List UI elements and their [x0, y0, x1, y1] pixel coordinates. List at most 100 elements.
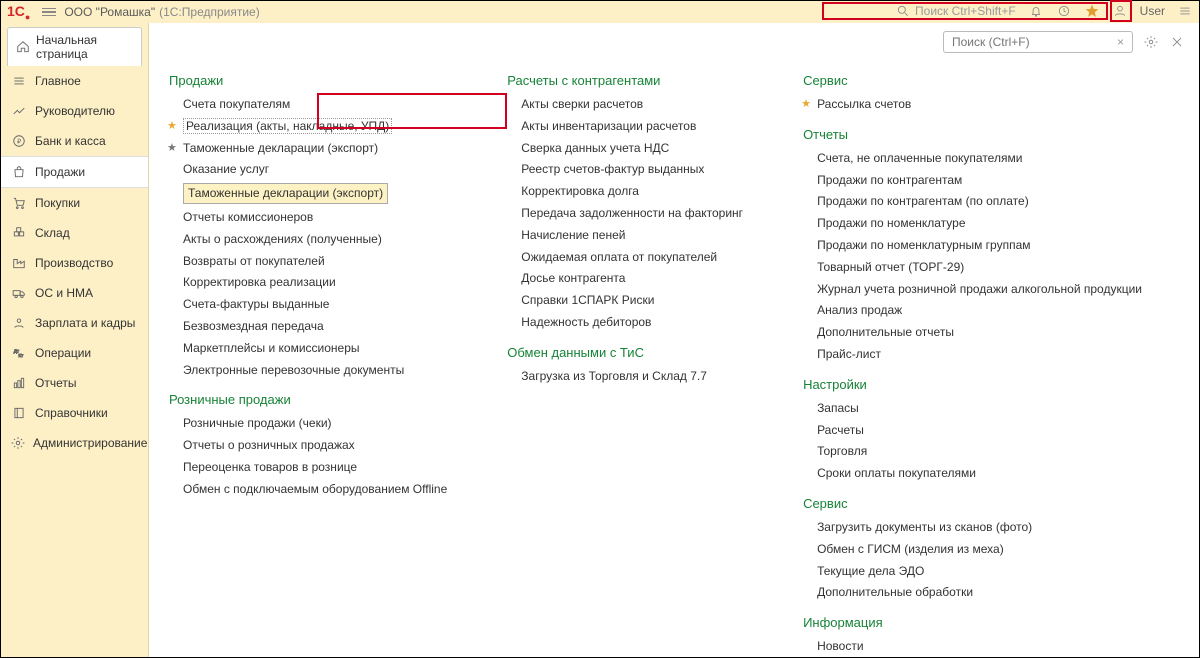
close-icon[interactable]: [1169, 34, 1185, 50]
logo-1c: 1C●: [7, 3, 30, 22]
link-gratuitous[interactable]: Безвозмездная передача: [183, 318, 447, 335]
sidebar-item-bank[interactable]: ₽ Банк и касса: [1, 126, 148, 156]
link-extra-processing[interactable]: Дополнительные обработки: [817, 584, 1142, 601]
section-settings-title: Настройки: [803, 377, 1142, 392]
sidebar-item-reports[interactable]: Отчеты: [1, 368, 148, 398]
link-sales-by-item[interactable]: Продажи по номенклатуре: [817, 215, 1142, 232]
cart-icon: [11, 195, 27, 211]
user-icon[interactable]: [1112, 3, 1128, 19]
link-price-list[interactable]: Прайс-лист: [817, 346, 1142, 363]
favorites-star-icon[interactable]: [1084, 3, 1100, 19]
link-torg29[interactable]: Товарный отчет (ТОРГ-29): [817, 259, 1142, 276]
list-icon: [11, 73, 27, 89]
link-expected-payment[interactable]: Ожидаемая оплата от покупателей: [521, 249, 743, 266]
link-sales-by-group[interactable]: Продажи по номенклатурным группам: [817, 237, 1142, 254]
link-inventory-acts[interactable]: Акты инвентаризации расчетов: [521, 118, 743, 135]
link-send-invoices[interactable]: ★Рассылка счетов: [817, 96, 1142, 113]
link-extra-reports[interactable]: Дополнительные отчеты: [817, 324, 1142, 341]
sidebar-item-purchases[interactable]: Покупки: [1, 188, 148, 218]
link-settlements[interactable]: Расчеты: [817, 422, 1142, 439]
global-search[interactable]: Поиск Ctrl+Shift+F: [895, 3, 1016, 19]
person-icon: [11, 315, 27, 331]
link-shipping-docs[interactable]: Электронные перевозочные документы: [183, 362, 447, 379]
truck-icon: [11, 285, 27, 301]
link-debt-correction[interactable]: Корректировка долга: [521, 183, 743, 200]
section-exchange-title: Обмен данными с ТиС: [507, 345, 743, 360]
link-alcohol-journal[interactable]: Журнал учета розничной продажи алкогольн…: [817, 281, 1142, 298]
link-discrepancy-acts[interactable]: Акты о расхождениях (полученные): [183, 231, 447, 248]
link-offline-exchange[interactable]: Обмен с подключаемым оборудованием Offli…: [183, 481, 447, 498]
sidebar-item-sales[interactable]: Продажи: [1, 156, 148, 188]
link-commissioner-reports[interactable]: Отчеты комиссионеров: [183, 209, 447, 226]
link-retail-sales[interactable]: Розничные продажи (чеки): [183, 415, 447, 432]
history-icon[interactable]: [1056, 3, 1072, 19]
section-reports-title: Отчеты: [803, 127, 1142, 142]
star-icon: ★: [167, 119, 177, 134]
link-returns[interactable]: Возвраты от покупателей: [183, 253, 447, 270]
sidebar-item-warehouse[interactable]: Склад: [1, 218, 148, 248]
window-menu-icon[interactable]: [1177, 3, 1193, 19]
bell-icon[interactable]: [1028, 3, 1044, 19]
link-news[interactable]: Новости: [817, 638, 1142, 655]
sidebar-item-manager[interactable]: Руководителю: [1, 96, 148, 126]
sidebar-item-salary[interactable]: Зарплата и кадры: [1, 308, 148, 338]
book-icon: [11, 405, 27, 421]
bag-icon: [11, 164, 27, 180]
section-retail-title: Розничные продажи: [169, 392, 447, 407]
link-dossier[interactable]: Досье контрагента: [521, 270, 743, 287]
link-stock[interactable]: Запасы: [817, 400, 1142, 417]
link-sales-by-partner-paid[interactable]: Продажи по контрагентам (по оплате): [817, 193, 1142, 210]
search-icon: [895, 3, 911, 19]
link-sales-by-partner[interactable]: Продажи по контрагентам: [817, 172, 1142, 189]
sidebar-item-assets[interactable]: ОС и НМА: [1, 278, 148, 308]
sidebar-item-main[interactable]: Главное: [1, 66, 148, 96]
link-gism[interactable]: Обмен с ГИСМ (изделия из меха): [817, 541, 1142, 558]
column-3: Сервис ★Рассылка счетов Отчеты Счета, не…: [803, 73, 1142, 655]
link-edo[interactable]: Текущие дела ЭДО: [817, 563, 1142, 580]
link-load-scans[interactable]: Загрузить документы из сканов (фото): [817, 519, 1142, 536]
section-service-title: Сервис: [803, 496, 1142, 511]
clear-search-icon[interactable]: ×: [1113, 35, 1128, 49]
link-reconciliation[interactable]: Акты сверки расчетов: [521, 96, 743, 113]
chart-icon: [11, 103, 27, 119]
link-vat-check[interactable]: Сверка данных учета НДС: [521, 140, 743, 157]
gear-icon: [11, 435, 25, 451]
link-correction[interactable]: Корректировка реализации: [183, 274, 447, 291]
factory-icon: [11, 255, 27, 271]
settings-icon[interactable]: [1143, 34, 1159, 50]
column-2: Расчеты с контрагентами Акты сверки расч…: [507, 73, 743, 655]
link-debtors[interactable]: Надежность дебиторов: [521, 314, 743, 331]
link-customs-decl-highlighted[interactable]: Таможенные декларации (экспорт): [183, 183, 388, 204]
menu-icon[interactable]: [42, 5, 56, 19]
link-spark[interactable]: Справки 1СПАРК Риски: [521, 292, 743, 309]
column-1: Продажи Счета покупателям ★Реализация (а…: [169, 73, 447, 655]
sidebar-item-operations[interactable]: ДтКт Операции: [1, 338, 148, 368]
link-invoices-to-buyers[interactable]: Счета покупателям: [183, 96, 447, 113]
link-load-tis[interactable]: Загрузка из Торговля и Склад 7.7: [521, 368, 743, 385]
link-realization[interactable]: ★Реализация (акты, накладные, УПД): [183, 118, 447, 135]
section-search[interactable]: ×: [943, 31, 1133, 53]
sidebar-item-production[interactable]: Производство: [1, 248, 148, 278]
link-penalties[interactable]: Начисление пеней: [521, 227, 743, 244]
link-invoices-issued[interactable]: Счета-фактуры выданные: [183, 296, 447, 313]
link-invoice-registry[interactable]: Реестр счетов-фактур выданных: [521, 161, 743, 178]
dtkt-icon: ДтКт: [11, 345, 27, 361]
link-retail-reports[interactable]: Отчеты о розничных продажах: [183, 437, 447, 454]
boxes-icon: [11, 225, 27, 241]
link-revaluation[interactable]: Переоценка товаров в рознице: [183, 459, 447, 476]
link-trade[interactable]: Торговля: [817, 443, 1142, 460]
ruble-icon: ₽: [11, 133, 27, 149]
sidebar-item-admin[interactable]: Администрирование: [1, 428, 148, 458]
link-factoring[interactable]: Передача задолженности на факторинг: [521, 205, 743, 222]
start-page-tab[interactable]: Начальная страница: [7, 27, 142, 66]
link-payment-terms[interactable]: Сроки оплаты покупателями: [817, 465, 1142, 482]
content-area: × Продажи Счета покупателям ★Реализация …: [149, 23, 1199, 657]
link-sales-analysis[interactable]: Анализ продаж: [817, 302, 1142, 319]
link-services[interactable]: Оказание услуг: [183, 161, 447, 178]
user-name[interactable]: User: [1140, 4, 1165, 18]
sidebar-item-catalogs[interactable]: Справочники: [1, 398, 148, 428]
link-unpaid[interactable]: Счета, не оплаченные покупателями: [817, 150, 1142, 167]
section-search-input[interactable]: [948, 33, 1113, 51]
link-customs-decl-fav[interactable]: ★Таможенные декларации (экспорт): [183, 140, 447, 157]
link-marketplaces[interactable]: Маркетплейсы и комиссионеры: [183, 340, 447, 357]
